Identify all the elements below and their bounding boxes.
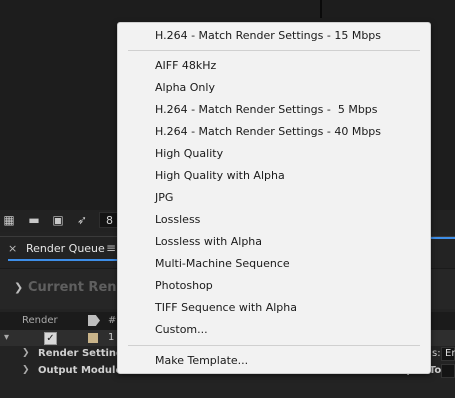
menu-item[interactable]: H.264 - Match Render Settings - 40 Mbps	[118, 121, 430, 143]
render-settings-partial-label: s:	[432, 348, 441, 359]
menu-item[interactable]: Alpha Only	[118, 77, 430, 99]
menu-separator	[128, 50, 420, 51]
menu-item-custom[interactable]: Custom...	[118, 319, 430, 341]
film-icon[interactable]: ▣	[51, 213, 65, 227]
folder-icon[interactable]: ▬	[27, 213, 41, 227]
tag-icon[interactable]	[88, 315, 100, 326]
panel-menu-icon[interactable]: ≡	[106, 241, 116, 255]
menu-item[interactable]: Lossless with Alpha	[118, 231, 430, 253]
menu-item[interactable]: High Quality with Alpha	[118, 165, 430, 187]
output-module-template-menu: H.264 - Match Render Settings - 15 Mbps …	[117, 22, 431, 374]
item-number: 1	[108, 332, 115, 343]
chevron-right-icon[interactable]: ❯	[14, 281, 23, 294]
menu-item[interactable]: Photoshop	[118, 275, 430, 297]
chevron-down-icon[interactable]: ▾	[4, 332, 9, 343]
panel-divider	[320, 0, 322, 18]
render-checkbox[interactable]: ✓	[44, 332, 57, 345]
active-tab-indicator	[8, 259, 118, 261]
panel-accent-bar	[430, 237, 455, 239]
chevron-right-icon[interactable]: ❯	[22, 365, 30, 375]
menu-separator	[128, 345, 420, 346]
column-header-render[interactable]: Render	[22, 315, 58, 326]
menu-item[interactable]: High Quality	[118, 143, 430, 165]
menu-item-current-template[interactable]: H.264 - Match Render Settings - 15 Mbps	[118, 25, 430, 47]
chevron-right-icon[interactable]: ❯	[22, 348, 30, 358]
output-to-dropdown[interactable]	[441, 364, 455, 378]
menu-item[interactable]: TIFF Sequence with Alpha	[118, 297, 430, 319]
log-dropdown[interactable]: Er	[441, 347, 455, 361]
output-module-label: Output Module:	[38, 365, 127, 376]
menu-item-make-template[interactable]: Make Template...	[118, 350, 430, 372]
menu-item[interactable]: Multi-Machine Sequence	[118, 253, 430, 275]
label-color-swatch[interactable]	[88, 333, 98, 343]
column-header-number[interactable]: #	[108, 315, 116, 326]
menu-item[interactable]: AIFF 48kHz	[118, 55, 430, 77]
close-icon[interactable]: ×	[8, 242, 17, 255]
menu-item[interactable]: JPG	[118, 187, 430, 209]
tab-render-queue[interactable]: Render Queue	[26, 242, 105, 255]
grid-icon[interactable]: ▦	[2, 213, 16, 227]
feather-icon[interactable]: ➶	[75, 213, 89, 227]
menu-item[interactable]: H.264 - Match Render Settings - 5 Mbps	[118, 99, 430, 121]
menu-item[interactable]: Lossless	[118, 209, 430, 231]
